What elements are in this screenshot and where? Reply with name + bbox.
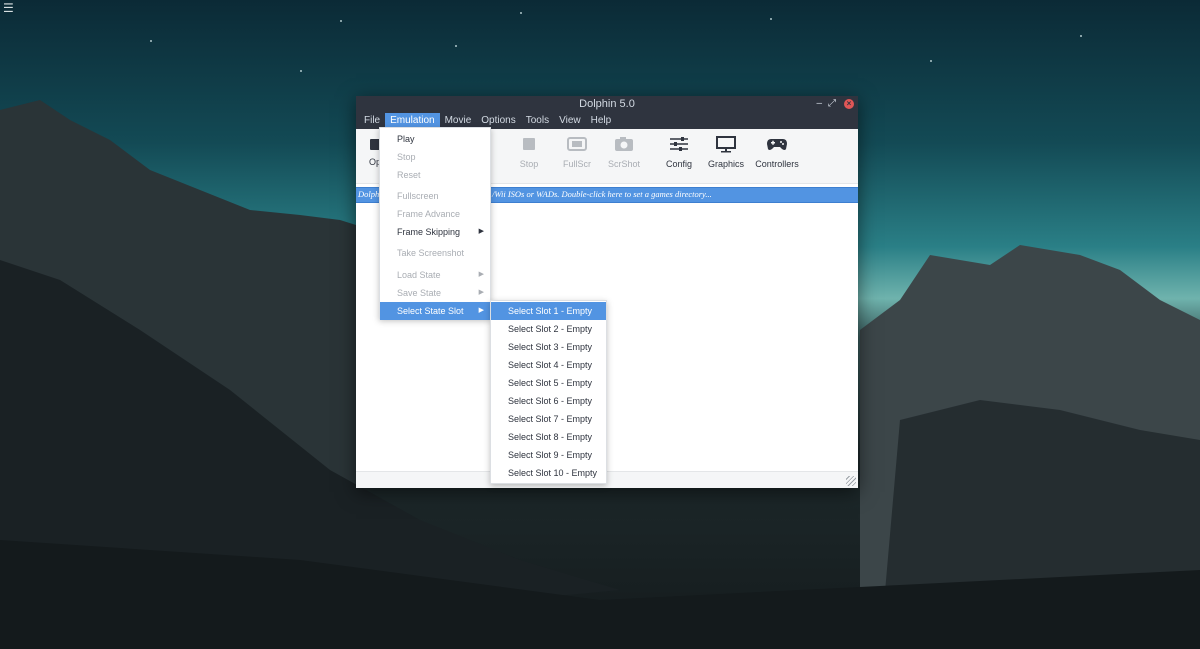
menu-item-take-screenshot[interactable]: Take Screenshot (380, 244, 490, 262)
stop-button[interactable]: Stop (504, 135, 554, 169)
maximize-icon[interactable]: ⤢ (828, 96, 836, 112)
slot-item[interactable]: Select Slot 7 - Empty (491, 410, 606, 428)
menu-help[interactable]: Help (586, 113, 617, 129)
stop-label: Stop (519, 159, 539, 169)
resize-grip-icon[interactable] (846, 476, 856, 486)
slot-item[interactable]: Select Slot 9 - Empty (491, 446, 606, 464)
state-slot-submenu: Select Slot 1 - Empty Select Slot 2 - Em… (490, 300, 607, 484)
menu-item-label: Fullscreen (397, 191, 439, 201)
graphics-button[interactable]: Graphics (701, 135, 751, 169)
menu-item-label: Frame Advance (397, 209, 461, 219)
close-icon[interactable]: × (844, 99, 854, 109)
slot-item[interactable]: Select Slot 4 - Empty (491, 356, 606, 374)
menu-item-fullscreen[interactable]: Fullscreen (380, 187, 490, 205)
slot-item[interactable]: Select Slot 8 - Empty (491, 428, 606, 446)
submenu-arrow-icon: ▶ (478, 228, 484, 235)
slot-item[interactable]: Select Slot 5 - Empty (491, 374, 606, 392)
fullscreen-button[interactable]: FullScr (552, 135, 602, 169)
stop-icon (504, 135, 554, 153)
game-list-text-start: Dolph (358, 189, 380, 199)
menu-item-reset[interactable]: Reset (380, 166, 490, 184)
menu-item-frame-advance[interactable]: Frame Advance (380, 205, 490, 223)
screenshot-button[interactable]: ScrShot (599, 135, 649, 169)
menu-item-label: Stop (397, 152, 416, 162)
controllers-label: Controllers (755, 159, 799, 169)
graphics-label: Graphics (707, 159, 744, 169)
window-title: Dolphin 5.0 (579, 98, 635, 110)
submenu-arrow-icon: ▶ (478, 307, 484, 314)
title-bar[interactable]: Dolphin 5.0 – ⤢ × (356, 96, 858, 112)
menu-item-frame-skipping[interactable]: Frame Skipping ▶ (380, 223, 490, 241)
slot-item[interactable]: Select Slot 2 - Empty (491, 320, 606, 338)
slot-item[interactable]: Select Slot 6 - Empty (491, 392, 606, 410)
config-button[interactable]: Config (654, 135, 704, 169)
fullscreen-label: FullScr (562, 159, 591, 169)
emulation-menu: Play Stop Reset Fullscreen Frame Advance… (379, 127, 491, 320)
game-list-text-end: /Wii ISOs or WADs. Double-click here to … (492, 189, 712, 199)
menu-item-select-state-slot[interactable]: Select State Slot ▶ (380, 302, 490, 320)
menu-item-stop[interactable]: Stop (380, 148, 490, 166)
menu-item-load-state[interactable]: Load State ▶ (380, 266, 490, 284)
menu-tools[interactable]: Tools (521, 113, 554, 129)
camera-icon (599, 135, 649, 153)
menu-item-label: Select State Slot (397, 306, 464, 316)
fullscreen-icon (552, 135, 602, 153)
screenshot-label: ScrShot (607, 159, 640, 169)
config-label: Config (665, 159, 692, 169)
submenu-arrow-icon: ▶ (478, 289, 484, 296)
menu-item-label: Save State (397, 288, 442, 298)
controllers-button[interactable]: Controllers (752, 135, 802, 169)
menu-item-play[interactable]: Play (380, 130, 490, 148)
slot-item[interactable]: Select Slot 3 - Empty (491, 338, 606, 356)
menu-item-label: Load State (397, 270, 441, 280)
submenu-arrow-icon: ▶ (478, 271, 484, 278)
monitor-icon (701, 135, 751, 153)
gamepad-icon (752, 135, 802, 153)
menu-item-save-state[interactable]: Save State ▶ (380, 284, 490, 302)
desktop-menu-icon[interactable]: ☰ (3, 2, 15, 14)
sliders-icon (654, 135, 704, 153)
menu-item-label: Reset (397, 170, 421, 180)
menu-item-label: Take Screenshot (397, 248, 465, 258)
menu-item-label: Play (397, 134, 415, 144)
menu-item-label: Frame Skipping (397, 227, 461, 237)
menu-view[interactable]: View (554, 113, 586, 129)
minimize-icon[interactable]: – (816, 96, 822, 112)
status-bar (356, 471, 858, 488)
slot-item[interactable]: Select Slot 1 - Empty (491, 302, 606, 320)
slot-item[interactable]: Select Slot 10 - Empty (491, 464, 606, 482)
